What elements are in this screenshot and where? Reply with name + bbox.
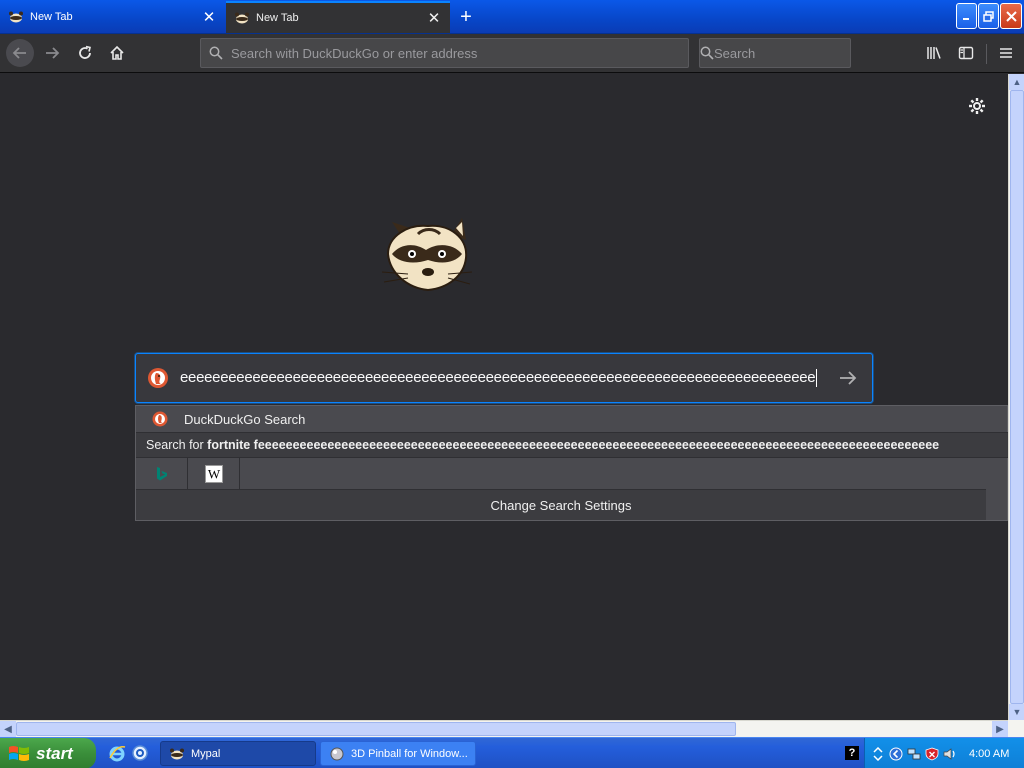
address-input[interactable] [231, 45, 688, 61]
taskbar-item-pinball[interactable]: 3D Pinball for Window... [320, 741, 476, 766]
vertical-scrollbar[interactable]: ▲ ▼ [1008, 74, 1024, 720]
reload-icon [79, 45, 91, 59]
newtab-search-box[interactable]: eeeeeeeeeeeeeeeeeeeeeeeeeeeeeeeeeeeeeeee… [135, 353, 873, 403]
window-restore-button[interactable] [978, 3, 999, 29]
raccoon-favicon-icon [234, 11, 250, 25]
one-off-engines-row: W [136, 457, 1009, 490]
windows-flag-icon [9, 745, 29, 761]
sidebar-icon [958, 46, 974, 60]
change-search-settings-label: Change Search Settings [490, 497, 632, 513]
taskbar-item-label: 3D Pinball for Window... [351, 747, 468, 760]
close-tab-icon[interactable]: ✕ [424, 8, 444, 28]
search-for-prefix: Search for [146, 438, 204, 452]
taskbar-item-label: Mypal [191, 747, 221, 760]
internet-explorer-icon[interactable] [108, 744, 126, 762]
network-icon[interactable] [907, 747, 921, 761]
tab-label: New Tab [30, 11, 73, 23]
wikipedia-icon: W [204, 464, 223, 483]
search-for-suggestion[interactable]: Search for fortnite feeeeeeeeeeeeeeeeeee… [136, 432, 1009, 457]
home-button[interactable] [103, 39, 131, 67]
nav-toolbar [0, 34, 1024, 73]
horizontal-scroll-thumb[interactable] [16, 722, 736, 736]
bing-icon [156, 466, 167, 480]
home-icon [110, 45, 124, 60]
horizontal-scrollbar[interactable]: ◀ ▶ [0, 720, 1008, 737]
search-go-arrow-icon[interactable] [824, 370, 872, 386]
suggestion-engine-label: DuckDuckGo Search [184, 411, 306, 427]
raccoon-logo [378, 214, 474, 298]
window-close-button[interactable] [1000, 3, 1022, 29]
show-hidden-icons-icon[interactable] [889, 747, 903, 761]
search-query-value: eeeeeeeeeeeeeeeeeeeeeeeeeeeeeeeeeeeeeeee… [180, 368, 816, 386]
svg-text:W: W [207, 466, 220, 481]
arrow-right-icon [46, 47, 60, 59]
start-label: start [36, 743, 73, 763]
outlook-express-icon[interactable] [131, 744, 149, 762]
scroll-down-arrow-icon[interactable]: ▼ [1009, 704, 1024, 720]
address-bar[interactable] [200, 38, 689, 68]
tray-arrows-icon[interactable] [871, 746, 885, 761]
wikipedia-engine-button[interactable]: W [188, 457, 240, 490]
back-button[interactable] [6, 39, 34, 67]
search-icon [201, 46, 231, 60]
scroll-left-arrow-icon[interactable]: ◀ [0, 721, 16, 737]
sidebar-toggle-button[interactable] [952, 39, 980, 67]
raccoon-favicon-icon [8, 10, 24, 24]
scroll-right-arrow-icon[interactable]: ▶ [992, 721, 1008, 737]
system-tray: 4:00 AM [864, 738, 1024, 768]
bing-engine-button[interactable] [136, 457, 188, 490]
taskbar: start Mypal 3D Pinball for Window... ? 4… [0, 737, 1024, 768]
new-tab-plus-icon[interactable]: + [454, 5, 478, 29]
hamburger-menu-icon [1000, 48, 1012, 58]
menu-button[interactable] [992, 39, 1020, 67]
search-for-term: fortnite feeeeeeeeeeeeeeeeeeeeeeeeeeeeee… [207, 438, 940, 452]
tab-strip: New Tab ✕ New Tab ✕ + [0, 0, 1024, 34]
search-icon [700, 46, 714, 60]
vertical-scroll-thumb[interactable] [1010, 90, 1024, 704]
help-icon[interactable]: ? [845, 746, 859, 760]
pinball-icon [330, 747, 344, 760]
security-shield-icon[interactable] [925, 747, 939, 761]
arrow-left-icon [12, 47, 26, 59]
scrollbar-corner [1008, 720, 1024, 737]
window-minimize-button[interactable] [956, 3, 977, 29]
tab-label: New Tab [256, 12, 299, 24]
toolbar-separator [986, 44, 987, 64]
tray-clock[interactable]: 4:00 AM [969, 748, 1009, 760]
text-caret [816, 369, 818, 388]
newtab-page: eeeeeeeeeeeeeeeeeeeeeeeeeeeeeeeeeeeeeeee… [0, 74, 1009, 720]
screen: New Tab ✕ New Tab ✕ + Search with DuckDu… [0, 0, 1024, 768]
search-bar[interactable] [699, 38, 890, 68]
tab-new-tab-1[interactable]: New Tab ✕ [0, 2, 225, 32]
reload-button[interactable] [71, 39, 99, 67]
taskbar-item-mypal[interactable]: Mypal [160, 741, 316, 766]
raccoon-favicon-icon [170, 748, 184, 759]
search-query-text[interactable]: eeeeeeeeeeeeeeeeeeeeeeeeeeeeeeeeeeeeeeee… [180, 368, 824, 388]
volume-icon[interactable] [943, 747, 957, 761]
search-suggestions-dropdown: DuckDuckGo Search Search for fortnite fe… [135, 405, 1009, 521]
search-input[interactable] [714, 45, 890, 61]
close-tab-icon[interactable]: ✕ [199, 7, 219, 27]
start-button[interactable]: start [0, 738, 96, 768]
duckduckgo-icon [152, 411, 168, 427]
suggestion-engine-row[interactable]: DuckDuckGo Search [136, 406, 1009, 432]
change-search-settings-button[interactable]: Change Search Settings [136, 489, 986, 520]
forward-button[interactable] [38, 39, 66, 67]
library-icon [927, 47, 941, 59]
duckduckgo-icon [136, 367, 180, 389]
gear-icon[interactable] [965, 94, 989, 118]
scroll-up-arrow-icon[interactable]: ▲ [1009, 74, 1024, 90]
library-button[interactable] [920, 39, 948, 67]
tab-new-tab-2[interactable]: New Tab ✕ [226, 1, 450, 33]
